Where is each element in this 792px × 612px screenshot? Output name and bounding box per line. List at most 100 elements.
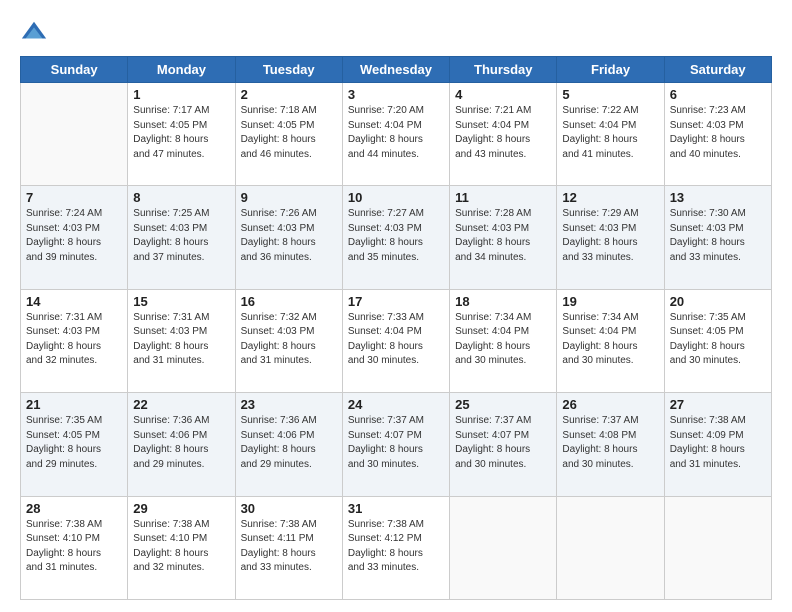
calendar-cell: 8 Sunrise: 7:25 AM Sunset: 4:03 PM Daylig… bbox=[128, 186, 235, 289]
day-number: 16 bbox=[241, 294, 337, 309]
day-number: 1 bbox=[133, 87, 229, 102]
calendar-cell: 30 Sunrise: 7:38 AM Sunset: 4:11 PM Dayli… bbox=[235, 496, 342, 599]
day-info: Sunrise: 7:29 AM Sunset: 4:03 PM Dayligh… bbox=[562, 207, 658, 265]
calendar-cell bbox=[450, 496, 557, 599]
calendar-cell: 6 Sunrise: 7:23 AM Sunset: 4:03 PM Daylig… bbox=[664, 83, 771, 186]
day-number: 6 bbox=[670, 87, 766, 102]
day-info: Sunrise: 7:17 AM Sunset: 4:05 PM Dayligh… bbox=[133, 104, 229, 162]
calendar-cell: 18 Sunrise: 7:34 AM Sunset: 4:04 PM Dayli… bbox=[450, 289, 557, 392]
day-number: 30 bbox=[241, 501, 337, 516]
calendar-cell: 11 Sunrise: 7:28 AM Sunset: 4:03 PM Dayli… bbox=[450, 186, 557, 289]
day-info: Sunrise: 7:38 AM Sunset: 4:09 PM Dayligh… bbox=[670, 414, 766, 472]
day-number: 8 bbox=[133, 190, 229, 205]
calendar-cell: 7 Sunrise: 7:24 AM Sunset: 4:03 PM Daylig… bbox=[21, 186, 128, 289]
day-number: 23 bbox=[241, 397, 337, 412]
calendar-cell bbox=[664, 496, 771, 599]
calendar-cell: 28 Sunrise: 7:38 AM Sunset: 4:10 PM Dayli… bbox=[21, 496, 128, 599]
day-number: 17 bbox=[348, 294, 444, 309]
calendar-cell: 10Sunrise: 7:27 AM Sunset: 4:03 PM Dayli… bbox=[342, 186, 449, 289]
day-info: Sunrise: 7:34 AM Sunset: 4:04 PM Dayligh… bbox=[455, 311, 551, 369]
day-number: 15 bbox=[133, 294, 229, 309]
day-info: Sunrise: 7:33 AM Sunset: 4:04 PM Dayligh… bbox=[348, 311, 444, 369]
calendar-week-row: 14 Sunrise: 7:31 AM Sunset: 4:03 PM Dayli… bbox=[21, 289, 772, 392]
day-number: 18 bbox=[455, 294, 551, 309]
day-number: 20 bbox=[670, 294, 766, 309]
calendar-cell bbox=[557, 496, 664, 599]
day-number: 22 bbox=[133, 397, 229, 412]
day-number: 14 bbox=[26, 294, 122, 309]
calendar-cell: 21Sunrise: 7:35 AM Sunset: 4:05 PM Dayli… bbox=[21, 393, 128, 496]
day-info: Sunrise: 7:37 AM Sunset: 4:07 PM Dayligh… bbox=[455, 414, 551, 472]
day-info: Sunrise: 7:37 AM Sunset: 4:08 PM Dayligh… bbox=[562, 414, 658, 472]
calendar-cell bbox=[21, 83, 128, 186]
calendar-cell: 31 Sunrise: 7:38 AM Sunset: 4:12 PM Dayli… bbox=[342, 496, 449, 599]
day-number: 25 bbox=[455, 397, 551, 412]
day-number: 27 bbox=[670, 397, 766, 412]
calendar-week-row: 1 Sunrise: 7:17 AM Sunset: 4:05 PM Daylig… bbox=[21, 83, 772, 186]
calendar-cell: 20Sunrise: 7:35 AM Sunset: 4:05 PM Dayli… bbox=[664, 289, 771, 392]
calendar-week-row: 21Sunrise: 7:35 AM Sunset: 4:05 PM Dayli… bbox=[21, 393, 772, 496]
day-info: Sunrise: 7:38 AM Sunset: 4:10 PM Dayligh… bbox=[26, 518, 122, 576]
day-number: 5 bbox=[562, 87, 658, 102]
day-number: 3 bbox=[348, 87, 444, 102]
day-number: 7 bbox=[26, 190, 122, 205]
calendar-cell: 1 Sunrise: 7:17 AM Sunset: 4:05 PM Daylig… bbox=[128, 83, 235, 186]
calendar-cell: 3 Sunrise: 7:20 AM Sunset: 4:04 PM Daylig… bbox=[342, 83, 449, 186]
day-info: Sunrise: 7:31 AM Sunset: 4:03 PM Dayligh… bbox=[26, 311, 122, 369]
day-info: Sunrise: 7:25 AM Sunset: 4:03 PM Dayligh… bbox=[133, 207, 229, 265]
day-info: Sunrise: 7:38 AM Sunset: 4:12 PM Dayligh… bbox=[348, 518, 444, 576]
day-number: 13 bbox=[670, 190, 766, 205]
day-number: 29 bbox=[133, 501, 229, 516]
day-number: 28 bbox=[26, 501, 122, 516]
calendar-cell: 27 Sunrise: 7:38 AM Sunset: 4:09 PM Dayli… bbox=[664, 393, 771, 496]
calendar-cell: 13 Sunrise: 7:30 AM Sunset: 4:03 PM Dayli… bbox=[664, 186, 771, 289]
calendar-cell: 17 Sunrise: 7:33 AM Sunset: 4:04 PM Dayli… bbox=[342, 289, 449, 392]
day-number: 26 bbox=[562, 397, 658, 412]
calendar-week-row: 28 Sunrise: 7:38 AM Sunset: 4:10 PM Dayli… bbox=[21, 496, 772, 599]
calendar-cell: 2 Sunrise: 7:18 AM Sunset: 4:05 PM Daylig… bbox=[235, 83, 342, 186]
weekday-header-saturday: Saturday bbox=[664, 57, 771, 83]
day-info: Sunrise: 7:34 AM Sunset: 4:04 PM Dayligh… bbox=[562, 311, 658, 369]
day-info: Sunrise: 7:21 AM Sunset: 4:04 PM Dayligh… bbox=[455, 104, 551, 162]
day-info: Sunrise: 7:30 AM Sunset: 4:03 PM Dayligh… bbox=[670, 207, 766, 265]
day-info: Sunrise: 7:24 AM Sunset: 4:03 PM Dayligh… bbox=[26, 207, 122, 265]
calendar-cell: 22Sunrise: 7:36 AM Sunset: 4:06 PM Dayli… bbox=[128, 393, 235, 496]
weekday-header-thursday: Thursday bbox=[450, 57, 557, 83]
day-number: 10 bbox=[348, 190, 444, 205]
weekday-header-wednesday: Wednesday bbox=[342, 57, 449, 83]
day-info: Sunrise: 7:22 AM Sunset: 4:04 PM Dayligh… bbox=[562, 104, 658, 162]
weekday-header-friday: Friday bbox=[557, 57, 664, 83]
day-number: 31 bbox=[348, 501, 444, 516]
day-info: Sunrise: 7:31 AM Sunset: 4:03 PM Dayligh… bbox=[133, 311, 229, 369]
calendar-cell: 26 Sunrise: 7:37 AM Sunset: 4:08 PM Dayli… bbox=[557, 393, 664, 496]
day-info: Sunrise: 7:28 AM Sunset: 4:03 PM Dayligh… bbox=[455, 207, 551, 265]
day-info: Sunrise: 7:37 AM Sunset: 4:07 PM Dayligh… bbox=[348, 414, 444, 472]
calendar-cell: 15 Sunrise: 7:31 AM Sunset: 4:03 PM Dayli… bbox=[128, 289, 235, 392]
day-number: 12 bbox=[562, 190, 658, 205]
day-number: 9 bbox=[241, 190, 337, 205]
calendar-cell: 12 Sunrise: 7:29 AM Sunset: 4:03 PM Dayli… bbox=[557, 186, 664, 289]
day-info: Sunrise: 7:38 AM Sunset: 4:11 PM Dayligh… bbox=[241, 518, 337, 576]
weekday-header-tuesday: Tuesday bbox=[235, 57, 342, 83]
day-number: 11 bbox=[455, 190, 551, 205]
day-info: Sunrise: 7:35 AM Sunset: 4:05 PM Dayligh… bbox=[26, 414, 122, 472]
calendar-table: SundayMondayTuesdayWednesdayThursdayFrid… bbox=[20, 56, 772, 600]
day-number: 19 bbox=[562, 294, 658, 309]
page: SundayMondayTuesdayWednesdayThursdayFrid… bbox=[0, 0, 792, 612]
calendar-cell: 23 Sunrise: 7:36 AM Sunset: 4:06 PM Dayli… bbox=[235, 393, 342, 496]
day-info: Sunrise: 7:18 AM Sunset: 4:05 PM Dayligh… bbox=[241, 104, 337, 162]
calendar-cell: 5 Sunrise: 7:22 AM Sunset: 4:04 PM Daylig… bbox=[557, 83, 664, 186]
weekday-header-row: SundayMondayTuesdayWednesdayThursdayFrid… bbox=[21, 57, 772, 83]
calendar-cell: 25 Sunrise: 7:37 AM Sunset: 4:07 PM Dayli… bbox=[450, 393, 557, 496]
day-info: Sunrise: 7:26 AM Sunset: 4:03 PM Dayligh… bbox=[241, 207, 337, 265]
logo-icon bbox=[20, 18, 48, 46]
day-info: Sunrise: 7:36 AM Sunset: 4:06 PM Dayligh… bbox=[241, 414, 337, 472]
day-number: 2 bbox=[241, 87, 337, 102]
calendar-cell: 19 Sunrise: 7:34 AM Sunset: 4:04 PM Dayli… bbox=[557, 289, 664, 392]
calendar-cell: 14 Sunrise: 7:31 AM Sunset: 4:03 PM Dayli… bbox=[21, 289, 128, 392]
day-info: Sunrise: 7:23 AM Sunset: 4:03 PM Dayligh… bbox=[670, 104, 766, 162]
day-info: Sunrise: 7:20 AM Sunset: 4:04 PM Dayligh… bbox=[348, 104, 444, 162]
calendar-week-row: 7 Sunrise: 7:24 AM Sunset: 4:03 PM Daylig… bbox=[21, 186, 772, 289]
calendar-cell: 29Sunrise: 7:38 AM Sunset: 4:10 PM Dayli… bbox=[128, 496, 235, 599]
logo bbox=[20, 18, 52, 46]
